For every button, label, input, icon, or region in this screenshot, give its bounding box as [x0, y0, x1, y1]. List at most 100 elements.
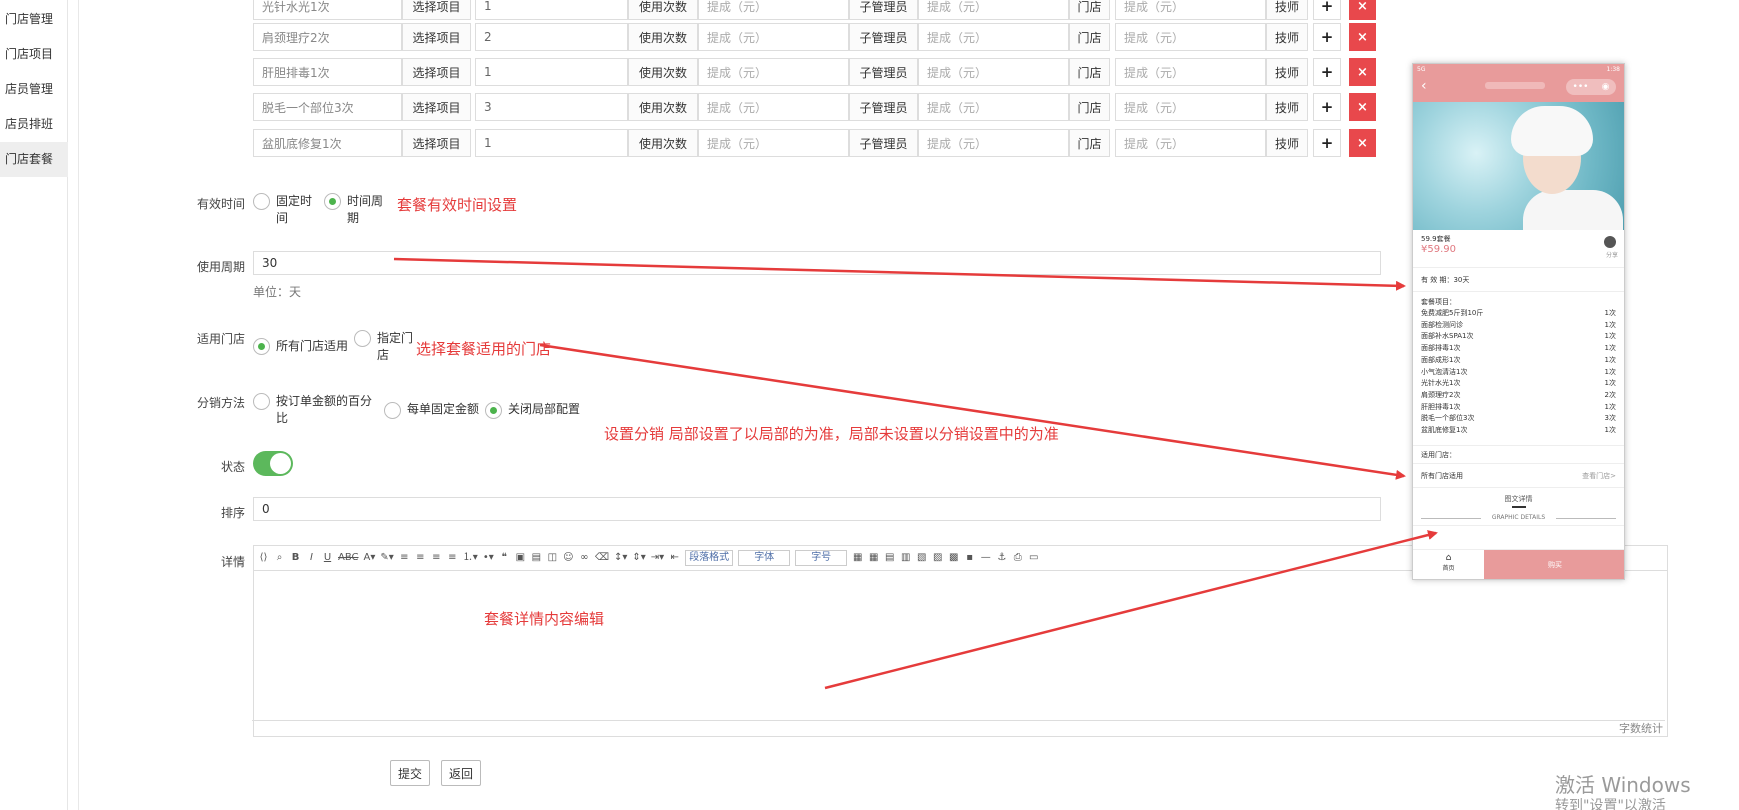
paragraph-format-select[interactable]: 段落格式 [685, 550, 734, 566]
zoom-icon[interactable]: ⌕ [274, 552, 285, 564]
use-count-input[interactable]: 1 [475, 129, 628, 157]
item-name-input[interactable]: 肝胆排毒1次 [253, 58, 402, 86]
item-name-input[interactable]: 光针水光1次 [253, 0, 402, 20]
distribution-off-radio[interactable] [485, 402, 502, 419]
distribution-fixed-radio[interactable] [384, 402, 401, 419]
add-row-button[interactable]: + [1313, 129, 1341, 157]
sidebar-item-store-projects[interactable]: 门店项目 [0, 37, 68, 72]
indent-icon[interactable]: ⇥▾ [651, 552, 664, 564]
table-icon[interactable]: ▦ [852, 552, 863, 564]
table-insert-icon[interactable]: ▦ [868, 552, 879, 564]
delete-row-button[interactable]: × [1349, 129, 1376, 157]
add-row-button[interactable]: + [1313, 58, 1341, 86]
delete-row-button[interactable]: × [1349, 58, 1376, 86]
bold-icon[interactable]: B [290, 552, 301, 564]
align-left-icon[interactable]: ≡ [399, 552, 410, 564]
validity-period-radio[interactable] [324, 193, 341, 210]
font-color-icon[interactable]: A▾ [364, 552, 376, 564]
commission-input[interactable]: 提成（元） [1115, 129, 1266, 157]
stores-all-radio[interactable] [253, 338, 270, 355]
share-icon[interactable] [1604, 236, 1616, 248]
select-item-button[interactable]: 选择项目 [402, 23, 471, 51]
use-count-input[interactable]: 1 [475, 0, 628, 20]
item-name-input[interactable]: 脱毛一个部位3次 [253, 93, 402, 121]
select-item-button[interactable]: 选择项目 [402, 0, 471, 20]
close-target-icon[interactable]: ◉ [1602, 82, 1610, 92]
anchor-icon[interactable]: ⚓ [996, 552, 1007, 564]
paragraph-spacing-icon[interactable]: ⇕▾ [632, 552, 645, 564]
eraser-icon[interactable]: ⌫ [595, 552, 609, 564]
use-count-input[interactable]: 1 [475, 58, 628, 86]
unordered-list-icon[interactable]: •▾ [483, 552, 494, 564]
commission-input[interactable]: 提成（元） [918, 0, 1069, 20]
commission-input[interactable]: 提成（元） [918, 23, 1069, 51]
map-icon[interactable]: ◫ [547, 552, 558, 564]
add-row-button[interactable]: + [1313, 93, 1341, 121]
tab-graphic-detail[interactable]: 图文详情 [1413, 494, 1624, 504]
commission-input[interactable]: 提成（元） [1115, 58, 1266, 86]
sort-input[interactable]: 0 [253, 497, 1381, 521]
status-toggle[interactable] [253, 451, 293, 476]
commission-input[interactable]: 提成（元） [698, 0, 849, 20]
commission-input[interactable]: 提成（元） [918, 129, 1069, 157]
commission-input[interactable]: 提成（元） [1115, 23, 1266, 51]
commission-input[interactable]: 提成（元） [918, 93, 1069, 121]
back-chevron-icon[interactable]: ‹ [1421, 78, 1427, 94]
commission-input[interactable]: 提成（元） [1115, 0, 1266, 20]
highlight-icon[interactable]: ✎▾ [380, 552, 393, 564]
underline-icon[interactable]: U [322, 552, 333, 564]
align-justify-icon[interactable]: ≡ [447, 552, 458, 564]
select-item-button[interactable]: 选择项目 [402, 58, 471, 86]
sidebar-item-staff-schedule[interactable]: 店员排班 [0, 107, 68, 142]
align-right-icon[interactable]: ≡ [431, 552, 442, 564]
add-row-button[interactable]: + [1313, 0, 1341, 20]
add-row-button[interactable]: + [1313, 23, 1341, 51]
quote-icon[interactable]: ❝ [499, 552, 510, 564]
line-height-icon[interactable]: ↕▾ [614, 552, 627, 564]
home-button[interactable]: ⌂ 首页 [1413, 550, 1484, 579]
sidebar-item-store-packages[interactable]: 门店套餐 [0, 142, 68, 177]
buy-button[interactable]: 购买 [1484, 550, 1624, 579]
ordered-list-icon[interactable]: ⒈▾ [463, 552, 478, 564]
commission-input[interactable]: 提成（元） [698, 129, 849, 157]
more-icon[interactable]: ••• [1573, 82, 1589, 92]
image-icon[interactable]: ▣ [515, 552, 526, 564]
emoji-icon[interactable]: ☺ [563, 552, 574, 564]
commission-input[interactable]: 提成（元） [918, 58, 1069, 86]
submit-button[interactable]: 提交 [390, 760, 430, 786]
commission-input[interactable]: 提成（元） [698, 58, 849, 86]
delete-row-button[interactable]: × [1349, 23, 1376, 51]
font-family-select[interactable]: 字体 [738, 550, 791, 566]
col-delete-icon[interactable]: ▨ [932, 552, 943, 564]
row-insert-icon[interactable]: ▤ [884, 552, 895, 564]
font-size-select[interactable]: 字号 [795, 550, 848, 566]
source-icon[interactable]: ⟨⟩ [258, 552, 269, 564]
validity-fixed-radio[interactable] [253, 193, 270, 210]
italic-icon[interactable]: I [306, 552, 317, 564]
item-name-input[interactable]: 盆肌底修复1次 [253, 129, 402, 157]
select-item-button[interactable]: 选择项目 [402, 93, 471, 121]
stores-specific-radio[interactable] [354, 330, 371, 347]
commission-input[interactable]: 提成（元） [698, 93, 849, 121]
col-insert-icon[interactable]: ▧ [916, 552, 927, 564]
item-name-input[interactable]: 肩颈理疗2次 [253, 23, 402, 51]
back-button[interactable]: 返回 [441, 760, 481, 786]
print-icon[interactable]: ⎙ [1012, 552, 1023, 564]
delete-row-button[interactable]: × [1349, 93, 1376, 121]
split-cells-icon[interactable]: ▪ [964, 552, 975, 564]
align-center-icon[interactable]: ≡ [415, 552, 426, 564]
delete-row-button[interactable]: × [1349, 0, 1376, 20]
use-count-input[interactable]: 3 [475, 93, 628, 121]
select-item-button[interactable]: 选择项目 [402, 129, 471, 157]
outdent-icon[interactable]: ⇤ [669, 552, 680, 564]
row-delete-icon[interactable]: ▥ [900, 552, 911, 564]
preview-icon[interactable]: ▭ [1028, 552, 1039, 564]
use-count-input[interactable]: 2 [475, 23, 628, 51]
period-input[interactable]: 30 [253, 251, 1381, 275]
mini-program-capsule[interactable]: ••• ◉ [1566, 79, 1616, 95]
sidebar-item-store-management[interactable]: 门店管理 [0, 2, 68, 37]
sidebar-item-staff-management[interactable]: 店员管理 [0, 72, 68, 107]
horizontal-rule-icon[interactable]: — [980, 552, 991, 564]
strikethrough-icon[interactable]: ABC [338, 552, 359, 564]
view-stores-link[interactable]: 查看门店> [1582, 471, 1616, 481]
